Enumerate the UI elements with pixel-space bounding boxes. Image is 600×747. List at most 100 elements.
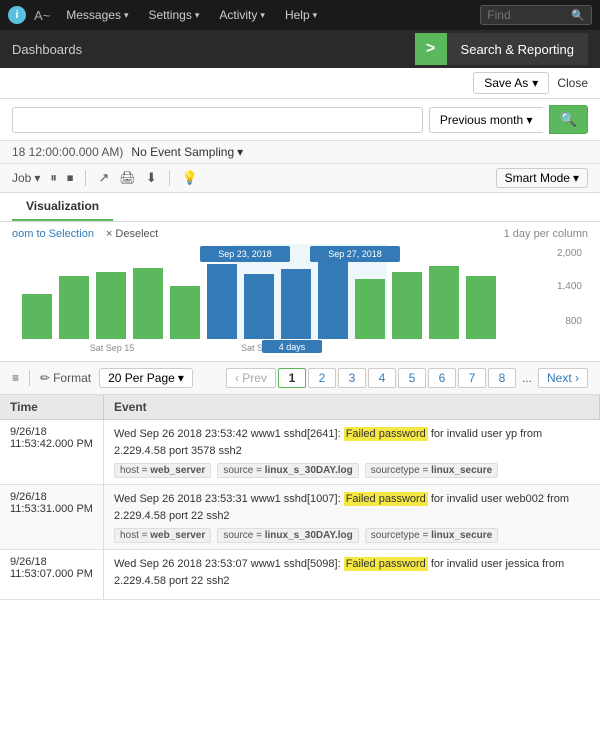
separator	[29, 370, 30, 386]
zoom-to-selection-button[interactable]: oom to Selection	[12, 228, 94, 240]
meta-pill[interactable]: sourcetype = linux_secure	[365, 463, 498, 478]
svg-text:Sat Sep 15: Sat Sep 15	[90, 343, 135, 353]
pagination-left: ≡ ✏ Format 20 Per Page ▾	[12, 368, 193, 388]
results-table-wrap: Time Event 9/26/1811:53:42.000 PMWed Sep…	[0, 395, 600, 600]
top-nav: i A~ Messages ▾ Settings ▾ Activity ▾ He…	[0, 0, 600, 30]
find-input[interactable]	[487, 8, 567, 22]
pause-icon[interactable]: ⏸	[50, 170, 57, 186]
col-time: Time	[0, 395, 103, 420]
chevron-down-icon: ▾	[195, 10, 200, 21]
meta-row: host = web_server source = linux_s_30DAY.…	[114, 463, 590, 478]
timestamp-label: 18 12:00:00.000 AM)	[12, 145, 123, 159]
close-button[interactable]: Close	[557, 76, 588, 90]
chevron-down-icon: ▾	[124, 10, 129, 21]
svg-text:Sep 23, 2018: Sep 23, 2018	[218, 249, 272, 259]
export-icon[interactable]: ⬇	[146, 170, 157, 186]
per-page-button[interactable]: 20 Per Page ▾	[99, 368, 193, 388]
svg-text:Sat S: Sat S	[241, 343, 263, 353]
page-7-button[interactable]: 7	[458, 368, 486, 388]
chart-controls: oom to Selection × Deselect 1 day per co…	[12, 228, 588, 240]
save-as-button[interactable]: Save As ▾	[473, 72, 549, 94]
list-btn[interactable]: ≡	[12, 371, 19, 385]
time-cell: 9/26/1811:53:31.000 PM	[0, 485, 103, 550]
search-icon: 🔍	[560, 111, 577, 127]
page-1-button[interactable]: 1	[278, 368, 306, 388]
search-button[interactable]: 🔍	[549, 105, 588, 134]
nav-arrow-icon: A~	[30, 8, 54, 23]
chart-controls-left: oom to Selection × Deselect	[12, 228, 158, 240]
search-input[interactable]	[12, 107, 423, 133]
toolbar: Save As ▾ Close	[0, 68, 600, 99]
search-icon: 🔍	[571, 9, 585, 22]
svg-text:Sep 27, 2018: Sep 27, 2018	[328, 249, 382, 259]
pagination-row: ≡ ✏ Format 20 Per Page ▾ ‹ Prev 1 2 3 4 …	[0, 362, 600, 395]
meta-row: host = web_server source = linux_s_30DAY.…	[114, 528, 590, 543]
meta-pill[interactable]: host = web_server	[114, 463, 211, 478]
time-cell: 9/26/1811:53:07.000 PM	[0, 550, 103, 600]
page-dots: ...	[518, 369, 536, 387]
nav-settings[interactable]: Settings ▾	[141, 8, 208, 22]
next-page-button[interactable]: Next ›	[538, 368, 588, 388]
meta-pill[interactable]: host = web_server	[114, 528, 211, 543]
bulb-icon: 💡	[182, 170, 198, 186]
table-row: 9/26/1811:53:07.000 PMWed Sep 26 2018 23…	[0, 550, 600, 600]
chevron-down-icon: ▾	[34, 171, 40, 185]
page-4-button[interactable]: 4	[368, 368, 396, 388]
deselect-button[interactable]: × Deselect	[106, 228, 158, 240]
print-icon[interactable]: 🖨	[119, 170, 136, 186]
highlight: Failed password	[344, 427, 428, 441]
svg-text:800: 800	[565, 316, 582, 327]
pencil-icon: ✏	[40, 371, 50, 385]
chevron-down-icon: ▾	[573, 171, 579, 185]
nav-help[interactable]: Help ▾	[277, 8, 325, 22]
pagination-nav: ‹ Prev 1 2 3 4 5 6 7 8 ... Next ›	[226, 368, 588, 388]
page-5-button[interactable]: 5	[398, 368, 426, 388]
page-3-button[interactable]: 3	[338, 368, 366, 388]
table-row: 9/26/1811:53:31.000 PMWed Sep 26 2018 23…	[0, 485, 600, 550]
chart-column-info: 1 day per column	[504, 228, 588, 240]
app-logo: >	[415, 33, 447, 65]
highlight: Failed password	[344, 557, 428, 571]
page-6-button[interactable]: 6	[428, 368, 456, 388]
separator	[169, 170, 170, 186]
share-icon[interactable]: ↗	[98, 170, 109, 186]
event-cell: Wed Sep 26 2018 23:53:31 www1 sshd[1007]…	[103, 485, 599, 550]
find-box[interactable]: 🔍	[480, 5, 592, 25]
event-sampling-button[interactable]: No Event Sampling ▾	[131, 145, 243, 159]
highlight: Failed password	[344, 492, 428, 506]
dashboards-label: Dashboards	[12, 42, 82, 57]
chevron-down-icon: ▾	[313, 10, 318, 21]
stop-icon[interactable]: ⏹	[67, 170, 74, 186]
chart-area: oom to Selection × Deselect 1 day per co…	[0, 222, 600, 362]
tab-visualization[interactable]: Visualization	[12, 193, 113, 221]
info-icon[interactable]: i	[8, 6, 26, 24]
smart-mode-button[interactable]: Smart Mode ▾	[496, 168, 588, 188]
meta-pill[interactable]: source = linux_s_30DAY.log	[217, 463, 358, 478]
nav-messages[interactable]: Messages ▾	[58, 8, 136, 22]
prev-page-button[interactable]: ‹ Prev	[226, 368, 276, 388]
job-button[interactable]: Job ▾	[12, 171, 40, 185]
page-2-button[interactable]: 2	[308, 368, 336, 388]
event-cell: Wed Sep 26 2018 23:53:07 www1 sshd[5098]…	[103, 550, 599, 600]
time-cell: 9/26/1811:53:42.000 PM	[0, 420, 103, 485]
meta-pill[interactable]: source = linux_s_30DAY.log	[217, 528, 358, 543]
chevron-down-icon: ▾	[532, 76, 538, 90]
chevron-down-icon: ▾	[237, 145, 243, 159]
table-row: 9/26/1811:53:42.000 PMWed Sep 26 2018 23…	[0, 420, 600, 485]
col-event: Event	[103, 395, 599, 420]
meta-pill[interactable]: sourcetype = linux_secure	[365, 528, 498, 543]
time-range-button[interactable]: Previous month ▾	[429, 107, 543, 133]
results-table: Time Event 9/26/1811:53:42.000 PMWed Sep…	[0, 395, 600, 600]
tab-row: Visualization	[0, 193, 600, 222]
chart-svg: 2,000 1,400 800	[12, 244, 588, 357]
chevron-down-icon: ▾	[178, 371, 184, 385]
nav-activity[interactable]: Activity ▾	[211, 8, 273, 22]
separator	[85, 170, 86, 186]
event-cell: Wed Sep 26 2018 23:53:42 www1 sshd[2641]…	[103, 420, 599, 485]
svg-text:2,000: 2,000	[557, 248, 582, 259]
chevron-down-icon: ▾	[260, 10, 265, 21]
svg-text:4 days: 4 days	[279, 342, 306, 352]
page-8-button[interactable]: 8	[488, 368, 516, 388]
format-button[interactable]: ✏ Format	[40, 371, 91, 385]
app-name-area: > Search & Reporting	[415, 33, 588, 65]
